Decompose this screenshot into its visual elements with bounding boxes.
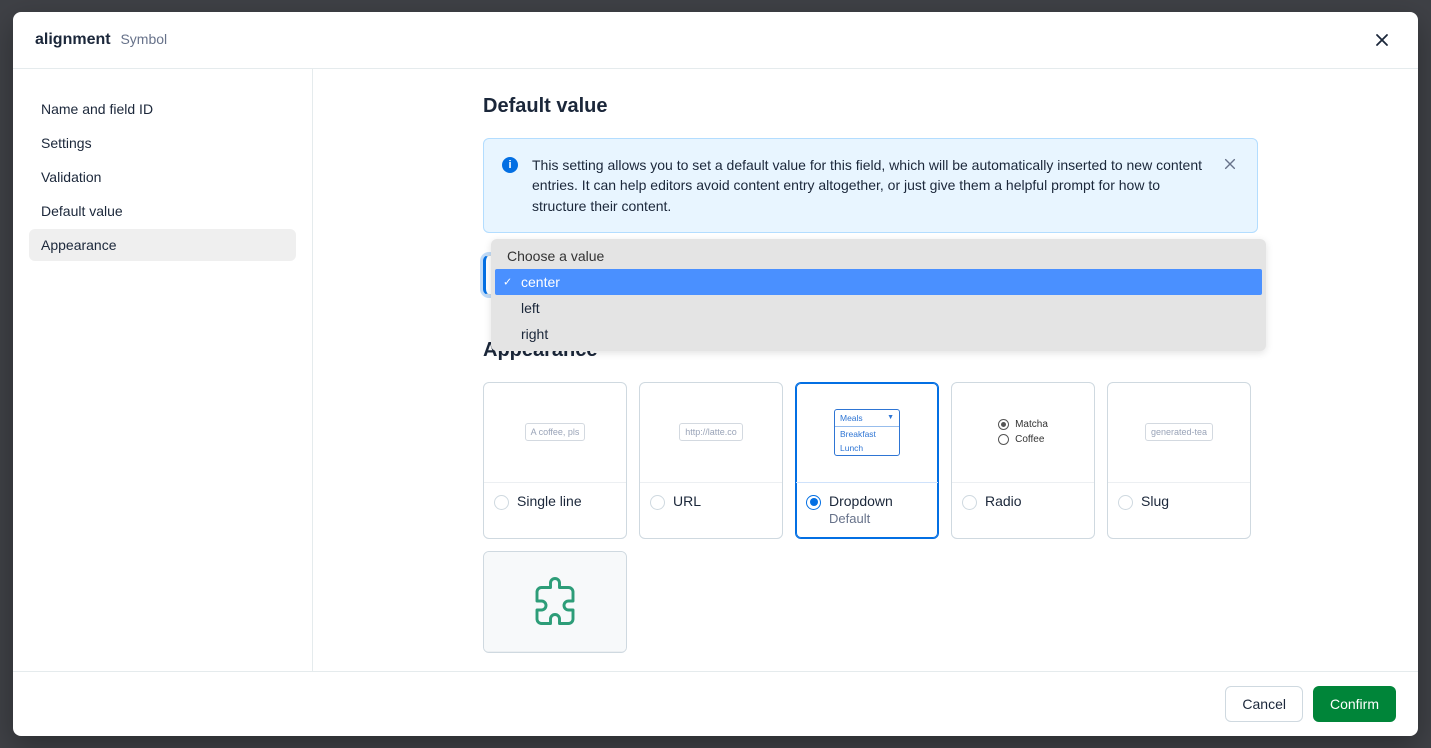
- preview-dropdown-widget: Meals ▼ Breakfast Lunch: [834, 409, 900, 456]
- default-value-heading: Default value: [483, 95, 1258, 118]
- preview-dropdown-head: Meals ▼: [835, 410, 899, 427]
- preview-single-line: A coffee, pls: [484, 383, 626, 483]
- card-label-row: Radio: [952, 483, 1094, 522]
- nav-validation[interactable]: Validation: [29, 161, 296, 193]
- card-label: Slug: [1141, 493, 1169, 509]
- dropdown-option-label: center: [521, 274, 560, 290]
- preview-text: generated-tea: [1145, 423, 1213, 441]
- nav-settings[interactable]: Settings: [29, 127, 296, 159]
- chevron-down-icon: ▼: [887, 414, 894, 421]
- field-name: alignment: [35, 31, 111, 48]
- default-value-select-wrap: Choose a value ✓ center left right: [483, 255, 1258, 295]
- preview-dropdown-item: Lunch: [835, 441, 899, 455]
- preview-radio-row: Coffee: [998, 434, 1048, 445]
- appearance-card-dropdown[interactable]: Meals ▼ Breakfast Lunch Dropdown: [795, 382, 939, 539]
- card-label-row: URL: [640, 483, 782, 522]
- preview-radio-row: Matcha: [998, 419, 1048, 430]
- info-text: This setting allows you to set a default…: [532, 155, 1207, 216]
- settings-nav: Name and field ID Settings Validation De…: [13, 69, 313, 671]
- dropdown-option-left[interactable]: left: [495, 295, 1262, 321]
- card-label-row: Slug: [1108, 483, 1250, 522]
- appearance-card-url[interactable]: http://latte.co URL: [639, 382, 783, 539]
- preview-dropdown-title: Meals: [840, 413, 863, 423]
- preview-radio-list: Matcha Coffee: [998, 415, 1048, 449]
- preview-radio-label: Matcha: [1015, 419, 1048, 430]
- radio-indicator: [494, 495, 509, 510]
- modal-backdrop: alignment Symbol Name and field ID Setti…: [0, 0, 1431, 748]
- info-icon: i: [502, 157, 518, 173]
- radio-indicator: [650, 495, 665, 510]
- card-label-col: Dropdown Default: [829, 493, 893, 526]
- appearance-card-slug[interactable]: generated-tea Slug: [1107, 382, 1251, 539]
- appearance-grid: A coffee, pls Single line http://latte.c…: [483, 382, 1258, 653]
- nav-appearance[interactable]: Appearance: [29, 229, 296, 261]
- close-icon: [1223, 157, 1237, 171]
- modal-body: Name and field ID Settings Validation De…: [13, 69, 1418, 671]
- puzzle-icon: [528, 574, 582, 628]
- card-default-badge: Default: [829, 511, 893, 526]
- dropdown-option-center[interactable]: ✓ center: [495, 269, 1262, 295]
- nav-name-and-field-id[interactable]: Name and field ID: [29, 93, 296, 125]
- cancel-button[interactable]: Cancel: [1225, 686, 1303, 722]
- field-settings-modal: alignment Symbol Name and field ID Setti…: [13, 12, 1418, 736]
- card-label-row: Dropdown Default: [796, 483, 938, 538]
- dismiss-info-button[interactable]: [1221, 155, 1239, 176]
- preview-extension: [484, 552, 626, 652]
- card-label: Radio: [985, 493, 1022, 509]
- card-label: Dropdown: [829, 493, 893, 509]
- default-value-dropdown: Choose a value ✓ center left right: [491, 239, 1266, 351]
- settings-content: Default value i This setting allows you …: [313, 69, 1418, 671]
- card-label: URL: [673, 493, 701, 509]
- confirm-button[interactable]: Confirm: [1313, 686, 1396, 722]
- card-label-row: Single line: [484, 483, 626, 522]
- preview-radio-label: Coffee: [1015, 434, 1044, 445]
- appearance-card-single-line[interactable]: A coffee, pls Single line: [483, 382, 627, 539]
- preview-text: A coffee, pls: [525, 423, 586, 441]
- preview-radio: Matcha Coffee: [952, 383, 1094, 483]
- info-banner: i This setting allows you to set a defau…: [483, 138, 1258, 233]
- preview-dropdown: Meals ▼ Breakfast Lunch: [796, 383, 938, 483]
- close-icon: [1374, 32, 1390, 48]
- radio-indicator: [962, 495, 977, 510]
- modal-header: alignment Symbol: [13, 12, 1418, 69]
- preview-slug: generated-tea: [1108, 383, 1250, 483]
- card-label: Single line: [517, 493, 582, 509]
- preview-dropdown-item: Breakfast: [835, 427, 899, 441]
- nav-default-value[interactable]: Default value: [29, 195, 296, 227]
- check-icon: ✓: [503, 275, 512, 288]
- radio-indicator: [806, 495, 821, 510]
- radio-dot-icon: [998, 419, 1009, 430]
- modal-title-group: alignment Symbol: [35, 31, 167, 49]
- field-type: Symbol: [120, 31, 167, 47]
- close-button[interactable]: [1368, 26, 1396, 54]
- preview-url: http://latte.co: [640, 383, 782, 483]
- dropdown-placeholder[interactable]: Choose a value: [495, 243, 1262, 269]
- radio-dot-icon: [998, 434, 1009, 445]
- appearance-card-radio[interactable]: Matcha Coffee Radio: [951, 382, 1095, 539]
- modal-footer: Cancel Confirm: [13, 671, 1418, 736]
- preview-text: http://latte.co: [679, 423, 743, 441]
- radio-indicator: [1118, 495, 1133, 510]
- appearance-card-extension[interactable]: [483, 551, 627, 653]
- dropdown-option-right[interactable]: right: [495, 321, 1262, 347]
